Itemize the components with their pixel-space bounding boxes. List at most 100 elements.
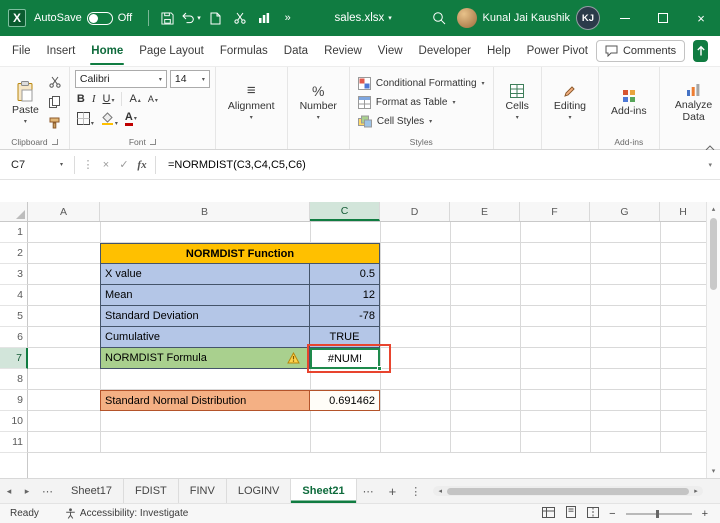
format-painter-button[interactable] — [49, 115, 61, 131]
tab-view[interactable]: View — [370, 36, 411, 66]
scroll-right-icon[interactable]: ▸ — [689, 486, 703, 496]
tab-insert[interactable]: Insert — [39, 36, 84, 66]
tab-home[interactable]: Home — [83, 36, 131, 66]
tab-page-layout[interactable]: Page Layout — [131, 36, 212, 66]
cut-button[interactable] — [228, 4, 252, 32]
sheet-options-icon[interactable]: ⋮ — [404, 485, 427, 498]
row-header-1[interactable]: 1 — [0, 222, 28, 243]
shrink-font-button[interactable]: A▾ — [148, 94, 158, 104]
row-header-10[interactable]: 10 — [0, 411, 28, 432]
tab-file[interactable]: File — [4, 36, 39, 66]
account-area[interactable]: Kunal Jai Kaushik KJ — [457, 6, 600, 30]
accessibility-status[interactable]: Accessibility: Investigate — [65, 508, 188, 519]
cells-button[interactable]: Cells ▾ — [499, 70, 536, 135]
chart-button[interactable] — [252, 4, 276, 32]
zoom-out-button[interactable]: − — [609, 508, 615, 520]
cancel-entry-button[interactable]: × — [97, 159, 115, 171]
column-header-f[interactable]: F — [520, 202, 590, 221]
row-header-7[interactable]: 7 — [0, 348, 28, 369]
borders-button[interactable]: ▾ — [77, 112, 94, 127]
row-header-11[interactable]: 11 — [0, 432, 28, 453]
more-commands-button[interactable]: » — [276, 4, 300, 32]
font-name-select[interactable]: Calibri ▾ — [75, 70, 167, 88]
analyze-data-button[interactable]: Analyze Data — [665, 70, 720, 135]
autosave-switch-icon[interactable] — [87, 12, 113, 25]
tab-developer[interactable]: Developer — [411, 36, 479, 66]
name-box-dropdown-icon[interactable]: ▾ — [60, 161, 63, 168]
document-title[interactable]: sales.xlsx ▾ — [334, 12, 391, 24]
select-all-corner[interactable] — [0, 202, 28, 221]
paste-dropdown-icon[interactable]: ▾ — [24, 118, 27, 125]
scroll-down-icon[interactable]: ▾ — [707, 464, 720, 478]
grow-font-button[interactable]: A▴ — [129, 93, 140, 105]
zoom-in-button[interactable]: + — [702, 508, 708, 520]
column-header-d[interactable]: D — [380, 202, 450, 221]
cell-B9[interactable]: Standard Normal Distribution — [100, 390, 310, 411]
copy-button[interactable] — [49, 94, 61, 110]
fill-handle[interactable] — [377, 366, 382, 371]
column-header-a[interactable]: A — [28, 202, 100, 221]
column-header-h[interactable]: H — [660, 202, 706, 221]
more-sheets-right-icon[interactable]: ⋯ — [357, 485, 381, 498]
paste-button[interactable]: Paste ▾ — [5, 70, 46, 135]
column-header-g[interactable]: G — [590, 202, 660, 221]
cell-C4[interactable]: 12 — [310, 285, 380, 306]
row-header-9[interactable]: 9 — [0, 390, 28, 411]
comments-button[interactable]: Comments — [596, 40, 685, 62]
format-as-table-button[interactable]: Format as Table ▾ — [355, 93, 488, 112]
confirm-entry-button[interactable]: ✓ — [115, 158, 133, 171]
prev-sheet-icon[interactable]: ◂ — [0, 486, 18, 497]
conditional-formatting-button[interactable]: Conditional Formatting ▾ — [355, 74, 488, 93]
page-break-view-button[interactable] — [587, 507, 599, 521]
scroll-left-icon[interactable]: ◂ — [433, 486, 447, 496]
cell-C9[interactable]: 0.691462 — [310, 390, 380, 411]
maximize-button[interactable] — [644, 0, 682, 36]
search-button[interactable] — [427, 4, 451, 32]
sheet-tab-loginv[interactable]: LOGINV — [227, 479, 292, 503]
row-header-3[interactable]: 3 — [0, 264, 28, 285]
column-header-b[interactable]: B — [100, 202, 310, 221]
cell-B6[interactable]: Cumulative — [100, 327, 310, 348]
vertical-scroll-thumb[interactable] — [710, 218, 717, 290]
tab-help[interactable]: Help — [479, 36, 519, 66]
page-layout-view-button[interactable] — [565, 506, 577, 521]
insert-function-button[interactable]: fx — [133, 159, 151, 171]
scroll-up-icon[interactable]: ▴ — [707, 202, 720, 216]
number-button[interactable]: % Number ▾ — [293, 70, 344, 135]
row-header-8[interactable]: 8 — [0, 369, 28, 390]
underline-button[interactable]: U▾ — [102, 93, 114, 105]
tab-formulas[interactable]: Formulas — [212, 36, 276, 66]
autosave-toggle[interactable]: AutoSave Off — [34, 12, 132, 25]
horizontal-scrollbar[interactable]: ◂ ▸ — [433, 486, 703, 496]
tab-power-pivot[interactable]: Power Pivot — [519, 36, 596, 66]
more-sheets-left-icon[interactable]: ⋯ — [36, 485, 60, 498]
sheet-tab-fdist[interactable]: FDIST — [124, 479, 179, 503]
tab-data[interactable]: Data — [276, 36, 316, 66]
expand-formula-bar-icon[interactable]: ▾ — [708, 161, 712, 169]
row-header-4[interactable]: 4 — [0, 285, 28, 306]
cell-C5[interactable]: -78 — [310, 306, 380, 327]
addins-button[interactable]: Add-ins — [604, 70, 654, 135]
save-button[interactable] — [155, 4, 179, 32]
undo-button[interactable]: ▾ — [179, 4, 204, 32]
column-header-c[interactable]: C — [310, 202, 380, 221]
minimize-button[interactable] — [606, 0, 644, 36]
cell-B2-title[interactable]: NORMDIST Function — [100, 243, 380, 264]
cell-C3[interactable]: 0.5 — [310, 264, 380, 285]
horizontal-scroll-thumb[interactable] — [447, 488, 689, 495]
sheet-tab-finv[interactable]: FINV — [179, 479, 227, 503]
cut-button-ribbon[interactable] — [49, 74, 61, 90]
tab-review[interactable]: Review — [316, 36, 370, 66]
editing-button[interactable]: Editing ▾ — [547, 70, 593, 135]
sheet-tab-sheet17[interactable]: Sheet17 — [60, 479, 124, 503]
name-box[interactable]: C7 ▾ — [4, 154, 70, 176]
cell-styles-button[interactable]: Cell Styles ▾ — [355, 112, 488, 131]
document-button[interactable] — [204, 4, 228, 32]
fill-color-button[interactable]: ▾ — [101, 112, 118, 127]
row-header-2[interactable]: 2 — [0, 243, 28, 264]
new-sheet-button[interactable]: + — [381, 484, 405, 499]
italic-button[interactable]: I — [92, 93, 96, 105]
bold-button[interactable]: B — [77, 93, 85, 105]
sheet-tab-sheet21[interactable]: Sheet21 — [291, 479, 356, 503]
zoom-slider-thumb[interactable] — [656, 510, 659, 518]
